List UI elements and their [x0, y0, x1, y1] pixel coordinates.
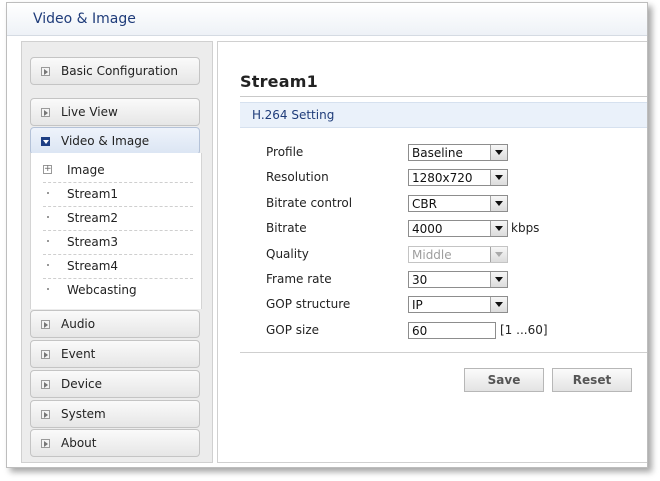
submenu-item-label: Webcasting: [67, 283, 137, 297]
submenu-item-stream3[interactable]: Stream3: [43, 231, 193, 255]
bitrate-label: Bitrate: [266, 221, 307, 235]
sidebar-item-label: Video & Image: [61, 134, 150, 148]
bullet-icon: [47, 264, 49, 266]
form-divider: [240, 352, 647, 353]
sidebar-item-label: Audio: [61, 317, 96, 331]
frame-rate-label: Frame rate: [266, 272, 332, 286]
frame-rate-select[interactable]: 30: [408, 271, 508, 288]
app-title: Video & Image: [33, 11, 136, 27]
submenu-item-label: Stream1: [67, 187, 119, 201]
profile-select[interactable]: Baseline: [408, 144, 508, 161]
submenu-item-label: Stream4: [67, 259, 119, 273]
submenu-item-label: Stream3: [67, 235, 119, 249]
gop-size-range: [1 ...60]: [500, 323, 548, 337]
resolution-value: 1280x720: [412, 171, 473, 185]
sidebar-item-label: System: [61, 407, 106, 421]
sidebar-item-label: Event: [61, 347, 96, 361]
gop-structure-label: GOP structure: [266, 297, 351, 311]
bitrate-value: 4000: [412, 222, 443, 236]
gop-structure-value: IP: [412, 298, 423, 312]
expand-icon: [41, 320, 50, 329]
chevron-down-icon: [490, 272, 507, 287]
submenu-item-webcasting[interactable]: Webcasting: [43, 279, 193, 303]
profile-value: Baseline: [412, 146, 463, 160]
quality-select: Middle: [408, 246, 508, 263]
sidebar-item-label: Device: [61, 377, 103, 391]
bitrate-control-label: Bitrate control: [266, 196, 353, 210]
chevron-down-icon: [490, 145, 507, 160]
chevron-down-icon: [490, 221, 507, 236]
chevron-down-icon: [490, 196, 507, 211]
submenu-item-stream2[interactable]: Stream2: [43, 207, 193, 231]
plus-icon: +: [43, 164, 52, 174]
submenu-item-label: Image: [67, 163, 105, 177]
gop-structure-select[interactable]: IP: [408, 296, 508, 313]
section-title: H.264 Setting: [252, 108, 335, 122]
submenu-item-stream4[interactable]: Stream4: [43, 255, 193, 279]
sidebar-item-label: About: [61, 436, 97, 450]
bitrate-control-select[interactable]: CBR: [408, 195, 508, 212]
frame-rate-value: 30: [412, 273, 428, 287]
content-panel: Stream1 H.264 Setting Profile Baseline R…: [217, 41, 647, 463]
app-window: Video & Image Basic Configuration Live V…: [6, 2, 648, 468]
bullet-icon: [47, 216, 49, 218]
submenu: + Image Stream1 Stream2 Stream3 Stream4: [30, 153, 202, 309]
sidebar-item-live-view[interactable]: Live View: [30, 98, 200, 126]
chevron-down-icon: [490, 247, 507, 262]
expand-icon: [41, 350, 50, 359]
profile-label: Profile: [266, 145, 304, 159]
quality-label: Quality: [266, 247, 309, 261]
bitrate-control-value: CBR: [412, 197, 437, 211]
section-header: H.264 Setting: [240, 102, 647, 128]
sidebar-item-basic-configuration[interactable]: Basic Configuration: [30, 57, 200, 85]
quality-value: Middle: [412, 248, 452, 262]
sidebar-item-about[interactable]: About: [30, 429, 200, 457]
expand-icon: [41, 380, 50, 389]
sidebar-item-label: Basic Configuration: [61, 64, 178, 78]
save-button[interactable]: Save: [464, 368, 544, 392]
bitrate-select[interactable]: 4000: [408, 220, 508, 237]
reset-button[interactable]: Reset: [552, 368, 632, 392]
sidebar: Basic Configuration Live View Video & Im…: [21, 41, 213, 463]
header-bar: Video & Image: [7, 3, 647, 36]
sidebar-item-system[interactable]: System: [30, 400, 200, 428]
sidebar-item-event[interactable]: Event: [30, 340, 200, 368]
gop-size-label: GOP size: [266, 323, 320, 337]
resolution-select[interactable]: 1280x720: [408, 169, 508, 186]
sidebar-item-video-image[interactable]: Video & Image: [30, 127, 200, 155]
submenu-item-stream1[interactable]: Stream1: [43, 183, 193, 207]
expand-icon: [41, 439, 50, 448]
expand-icon: [41, 67, 50, 76]
page-title: Stream1: [240, 72, 318, 91]
collapse-icon: [41, 137, 50, 146]
expand-icon: [41, 108, 50, 117]
sidebar-item-audio[interactable]: Audio: [30, 310, 200, 338]
expand-icon: [41, 410, 50, 419]
gop-size-input[interactable]: [408, 322, 496, 339]
resolution-label: Resolution: [266, 170, 329, 184]
sidebar-item-device[interactable]: Device: [30, 370, 200, 398]
submenu-item-label: Stream2: [67, 211, 119, 225]
submenu-item-image[interactable]: + Image: [43, 159, 193, 183]
sidebar-item-label: Live View: [61, 105, 118, 119]
bullet-icon: [47, 288, 49, 290]
bullet-icon: [47, 240, 49, 242]
bitrate-unit: kbps: [511, 221, 540, 235]
chevron-down-icon: [490, 297, 507, 312]
chevron-down-icon: [490, 170, 507, 185]
title-divider: [240, 96, 647, 97]
bullet-icon: [47, 192, 49, 194]
